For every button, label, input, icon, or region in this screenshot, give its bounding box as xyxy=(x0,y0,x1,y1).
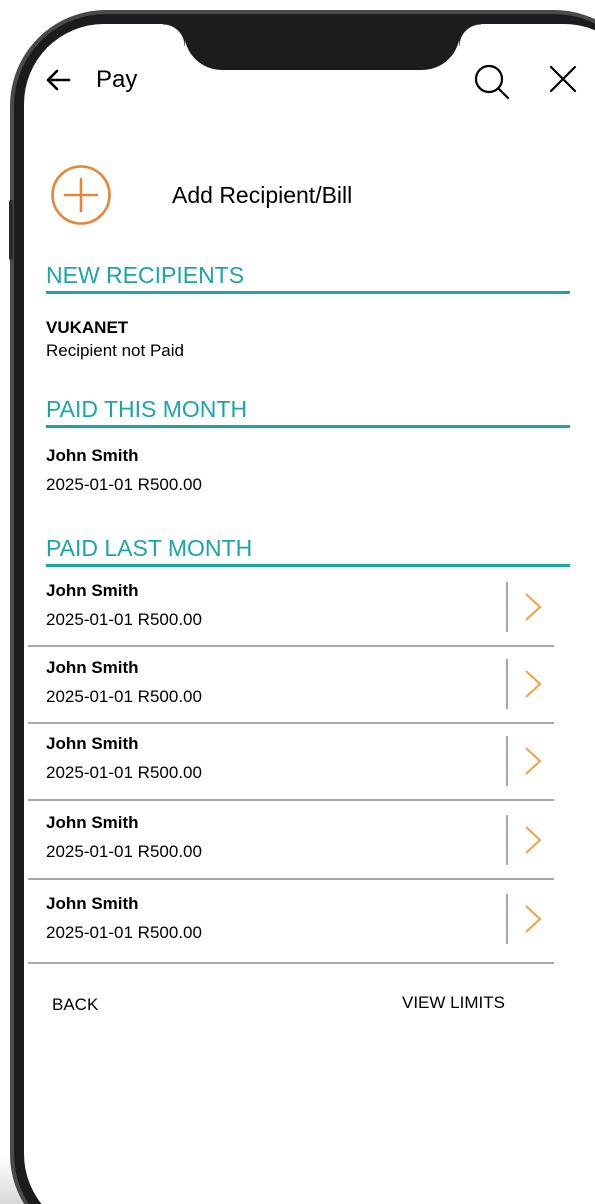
section-title-new-recipients: NEW RECIPIENTS xyxy=(46,262,570,294)
table-row[interactable]: John Smith 2025-01-01 R500.00 xyxy=(28,570,554,647)
section-title-paid-this-month: PAID THIS MONTH xyxy=(46,396,570,428)
chevron-right-icon[interactable] xyxy=(522,746,544,776)
payment-detail: 2025-01-01 R500.00 xyxy=(46,923,202,942)
close-icon[interactable] xyxy=(548,64,578,94)
add-recipient-button[interactable]: Add Recipient/Bill xyxy=(50,164,450,226)
search-icon[interactable] xyxy=(472,62,512,102)
chevron-right-icon[interactable] xyxy=(522,904,544,934)
phone-screen: Pay Add Recipient/Bill NEW RECIPIENTS VU… xyxy=(24,24,595,1204)
payment-detail: 2025-01-01 R500.00 xyxy=(46,763,202,782)
row-divider xyxy=(506,659,508,709)
payee-name: John Smith xyxy=(46,658,139,677)
section-title-paid-last-month: PAID LAST MONTH xyxy=(46,535,570,567)
arrow-left-icon[interactable] xyxy=(44,66,72,94)
row-divider xyxy=(506,736,508,786)
chevron-right-icon[interactable] xyxy=(522,825,544,855)
payment-detail: 2025-01-01 R500.00 xyxy=(46,475,202,494)
page-title: Pay xyxy=(96,66,138,93)
payment-detail: 2025-01-01 R500.00 xyxy=(46,610,202,629)
chevron-right-icon[interactable] xyxy=(522,669,544,699)
payment-detail: 2025-01-01 R500.00 xyxy=(46,687,202,706)
app-stage: Pay Add Recipient/Bill NEW RECIPIENTS VU… xyxy=(0,0,595,1204)
recipient-status: Recipient not Paid xyxy=(46,341,184,360)
payee-name: John Smith xyxy=(46,894,139,913)
payee-name: John Smith xyxy=(46,581,139,600)
table-row[interactable]: John Smith 2025-01-01 R500.00 xyxy=(28,880,554,964)
payee-name: John Smith xyxy=(46,446,139,465)
row-divider xyxy=(506,582,508,632)
table-row[interactable]: John Smith 2025-01-01 R500.00 xyxy=(28,724,554,801)
back-button[interactable]: BACK xyxy=(52,995,98,1015)
row-divider xyxy=(506,894,508,944)
payee-name: John Smith xyxy=(46,734,139,753)
view-limits-button[interactable]: VIEW LIMITS xyxy=(402,993,505,1013)
phone-side-button xyxy=(9,200,13,260)
row-divider xyxy=(506,815,508,865)
recipient-name: VUKANET xyxy=(46,318,129,337)
add-recipient-label: Add Recipient/Bill xyxy=(172,182,353,208)
table-row[interactable]: John Smith 2025-01-01 R500.00 xyxy=(28,801,554,880)
app-header: Pay xyxy=(24,24,595,134)
table-row[interactable]: John Smith 2025-01-01 R500.00 xyxy=(28,647,554,724)
payment-detail: 2025-01-01 R500.00 xyxy=(46,842,202,861)
chevron-right-icon[interactable] xyxy=(522,592,544,622)
payee-name: John Smith xyxy=(46,813,139,832)
plus-circle-icon xyxy=(51,165,111,225)
